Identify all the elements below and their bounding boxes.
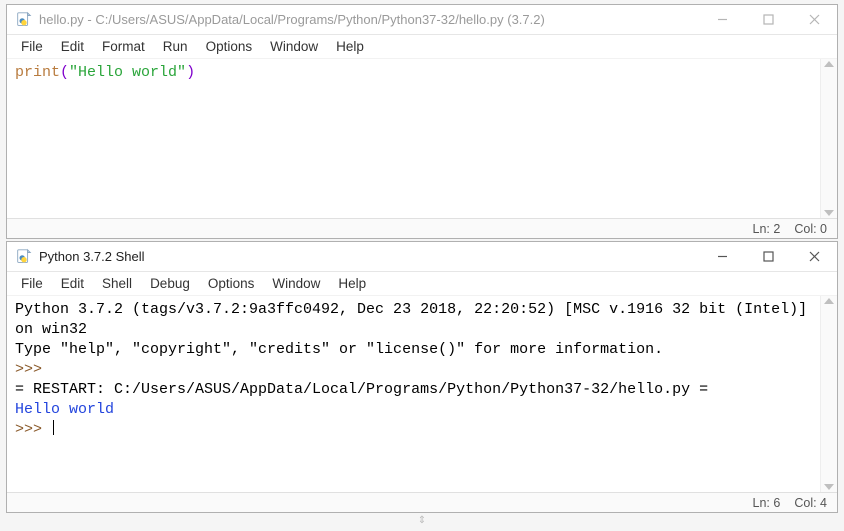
shell-banner-line1: Python 3.7.2 (tags/v3.7.2:9a3ffc0492, De… (15, 301, 816, 338)
shell-banner-line2: Type "help", "copyright", "credits" or "… (15, 341, 663, 358)
shell-status-col: Col: 4 (794, 496, 827, 510)
editor-window: hello.py - C:/Users/ASUS/AppData/Local/P… (6, 4, 838, 239)
menu-window[interactable]: Window (262, 37, 326, 56)
token-rparen: ) (186, 64, 195, 81)
shell-restart-line: = RESTART: C:/Users/ASUS/AppData/Local/P… (15, 381, 708, 398)
shell-scrollbar[interactable] (820, 296, 837, 492)
editor-statusbar: Ln: 2 Col: 0 (7, 218, 837, 238)
maximize-button[interactable] (745, 242, 791, 271)
menu-format[interactable]: Format (94, 37, 153, 56)
shell-content[interactable]: Python 3.7.2 (tags/v3.7.2:9a3ffc0492, De… (7, 296, 837, 492)
scroll-up-icon[interactable] (824, 61, 834, 67)
token-string: "Hello world" (69, 64, 186, 81)
menu-help[interactable]: Help (330, 274, 374, 293)
minimize-button[interactable] (699, 242, 745, 271)
token-function: print (15, 64, 60, 81)
python-shell-icon (15, 248, 33, 266)
shell-menubar: File Edit Shell Debug Options Window Hel… (7, 272, 837, 296)
editor-status-col: Col: 0 (794, 222, 827, 236)
editor-content[interactable]: print("Hello world") (7, 59, 837, 218)
editor-code[interactable]: print("Hello world") (7, 59, 837, 87)
menu-shell[interactable]: Shell (94, 274, 140, 293)
shell-title: Python 3.7.2 Shell (39, 249, 145, 264)
minimize-button[interactable] (699, 5, 745, 34)
menu-file[interactable]: File (13, 37, 51, 56)
python-file-icon (15, 11, 33, 29)
maximize-button[interactable] (745, 5, 791, 34)
menu-options[interactable]: Options (200, 274, 263, 293)
menu-help[interactable]: Help (328, 37, 372, 56)
shell-program-output: Hello world (15, 401, 114, 418)
scroll-down-icon[interactable] (824, 484, 834, 490)
close-button[interactable] (791, 5, 837, 34)
editor-scrollbar[interactable] (820, 59, 837, 218)
resize-handle-icon[interactable]: ⇕ (0, 517, 844, 527)
menu-edit[interactable]: Edit (53, 274, 92, 293)
editor-status-line: Ln: 2 (753, 222, 781, 236)
text-cursor (53, 420, 54, 435)
editor-window-buttons (699, 5, 837, 34)
scroll-up-icon[interactable] (824, 298, 834, 304)
editor-titlebar[interactable]: hello.py - C:/Users/ASUS/AppData/Local/P… (7, 5, 837, 35)
editor-menubar: File Edit Format Run Options Window Help (7, 35, 837, 59)
shell-output[interactable]: Python 3.7.2 (tags/v3.7.2:9a3ffc0492, De… (7, 296, 837, 444)
shell-window: Python 3.7.2 Shell File Edit Shell Debug… (6, 241, 838, 513)
scroll-down-icon[interactable] (824, 210, 834, 216)
menu-debug[interactable]: Debug (142, 274, 198, 293)
menu-options[interactable]: Options (198, 37, 261, 56)
menu-edit[interactable]: Edit (53, 37, 92, 56)
shell-prompt: >>> (15, 361, 42, 378)
token-lparen: ( (60, 64, 69, 81)
shell-status-line: Ln: 6 (753, 496, 781, 510)
menu-window[interactable]: Window (264, 274, 328, 293)
shell-prompt: >>> (15, 421, 42, 438)
editor-title: hello.py - C:/Users/ASUS/AppData/Local/P… (39, 12, 545, 27)
menu-run[interactable]: Run (155, 37, 196, 56)
shell-window-buttons (699, 242, 837, 271)
shell-statusbar: Ln: 6 Col: 4 (7, 492, 837, 512)
shell-titlebar[interactable]: Python 3.7.2 Shell (7, 242, 837, 272)
menu-file[interactable]: File (13, 274, 51, 293)
close-button[interactable] (791, 242, 837, 271)
